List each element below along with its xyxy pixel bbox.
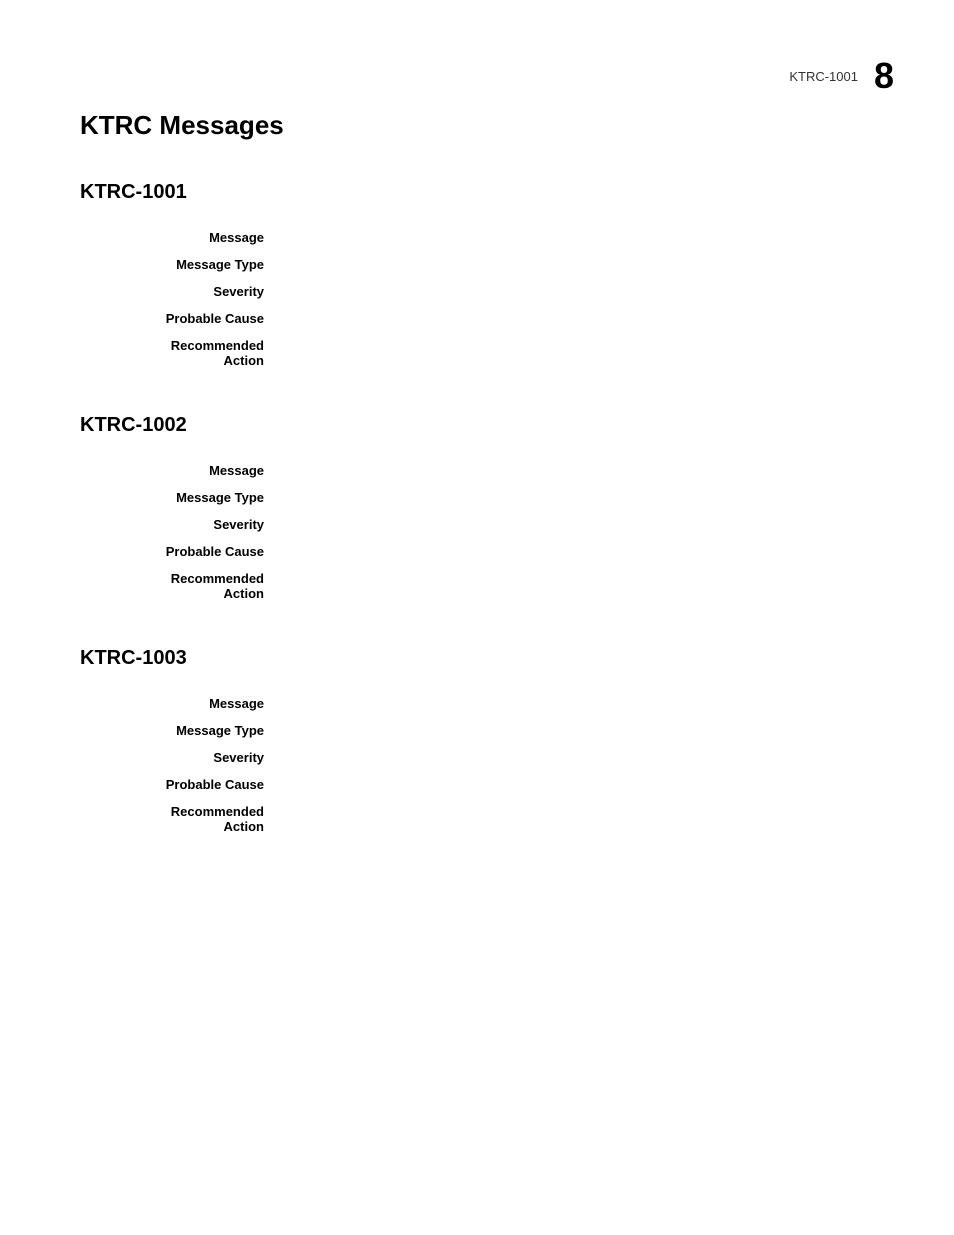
field-row: RecommendedAction	[80, 332, 894, 374]
field-value-0-1	[280, 251, 894, 278]
field-row: Probable Cause	[80, 771, 894, 798]
field-value-1-1	[280, 484, 894, 511]
field-row: Message	[80, 690, 894, 717]
field-label-0-3: Probable Cause	[80, 305, 280, 332]
field-label-1-2: Severity	[80, 511, 280, 538]
field-value-0-4	[280, 332, 894, 374]
page-header: KTRC-1001 8	[789, 55, 894, 97]
field-label-0-4: RecommendedAction	[80, 332, 280, 374]
field-table-ktrc-1002: MessageMessage TypeSeverityProbable Caus…	[80, 457, 894, 607]
header-page-number: 8	[874, 55, 894, 97]
field-label-1-0: Message	[80, 457, 280, 484]
field-row: Probable Cause	[80, 538, 894, 565]
field-row: Severity	[80, 511, 894, 538]
field-row: Severity	[80, 744, 894, 771]
field-value-2-1	[280, 717, 894, 744]
field-row: Message Type	[80, 484, 894, 511]
section-title-ktrc-1002: KTRC-1002	[80, 414, 894, 437]
field-row: Probable Cause	[80, 305, 894, 332]
sections-container: KTRC-1001MessageMessage TypeSeverityProb…	[80, 181, 894, 840]
field-label-1-4: RecommendedAction	[80, 565, 280, 607]
field-label-2-2: Severity	[80, 744, 280, 771]
page-title: KTRC Messages	[80, 110, 894, 141]
field-row: Message Type	[80, 251, 894, 278]
section-ktrc-1001: KTRC-1001 MessageMessage TypeSeverityProb…	[80, 181, 894, 374]
field-label-0-1: Message Type	[80, 251, 280, 278]
field-label-2-3: Probable Cause	[80, 771, 280, 798]
field-row: RecommendedAction	[80, 798, 894, 840]
section-title-ktrc-1001: KTRC-1001	[80, 181, 894, 204]
field-row: Message Type	[80, 717, 894, 744]
field-table-ktrc-1001: MessageMessage TypeSeverityProbable Caus…	[80, 224, 894, 374]
field-value-1-3	[280, 538, 894, 565]
field-label-2-0: Message	[80, 690, 280, 717]
section-ktrc-1002: KTRC-1002 MessageMessage TypeSeverityProb…	[80, 414, 894, 607]
field-value-0-3	[280, 305, 894, 332]
field-label-1-1: Message Type	[80, 484, 280, 511]
section-ktrc-1003: KTRC-1003 MessageMessage TypeSeverityProb…	[80, 647, 894, 840]
field-label-0-2: Severity	[80, 278, 280, 305]
field-value-2-4	[280, 798, 894, 840]
field-row: Severity	[80, 278, 894, 305]
field-value-2-3	[280, 771, 894, 798]
field-value-1-4	[280, 565, 894, 607]
header-ref: KTRC-1001	[789, 69, 858, 84]
section-title-ktrc-1003: KTRC-1003	[80, 647, 894, 670]
field-row: Message	[80, 457, 894, 484]
field-row: RecommendedAction	[80, 565, 894, 607]
field-label-2-1: Message Type	[80, 717, 280, 744]
field-value-1-2	[280, 511, 894, 538]
main-content: KTRC Messages KTRC-1001MessageMessage Ty…	[0, 0, 954, 940]
field-value-0-0	[280, 224, 894, 251]
field-row: Message	[80, 224, 894, 251]
field-value-1-0	[280, 457, 894, 484]
field-label-0-0: Message	[80, 224, 280, 251]
field-value-0-2	[280, 278, 894, 305]
field-label-2-4: RecommendedAction	[80, 798, 280, 840]
field-value-2-0	[280, 690, 894, 717]
field-value-2-2	[280, 744, 894, 771]
field-table-ktrc-1003: MessageMessage TypeSeverityProbable Caus…	[80, 690, 894, 840]
field-label-1-3: Probable Cause	[80, 538, 280, 565]
